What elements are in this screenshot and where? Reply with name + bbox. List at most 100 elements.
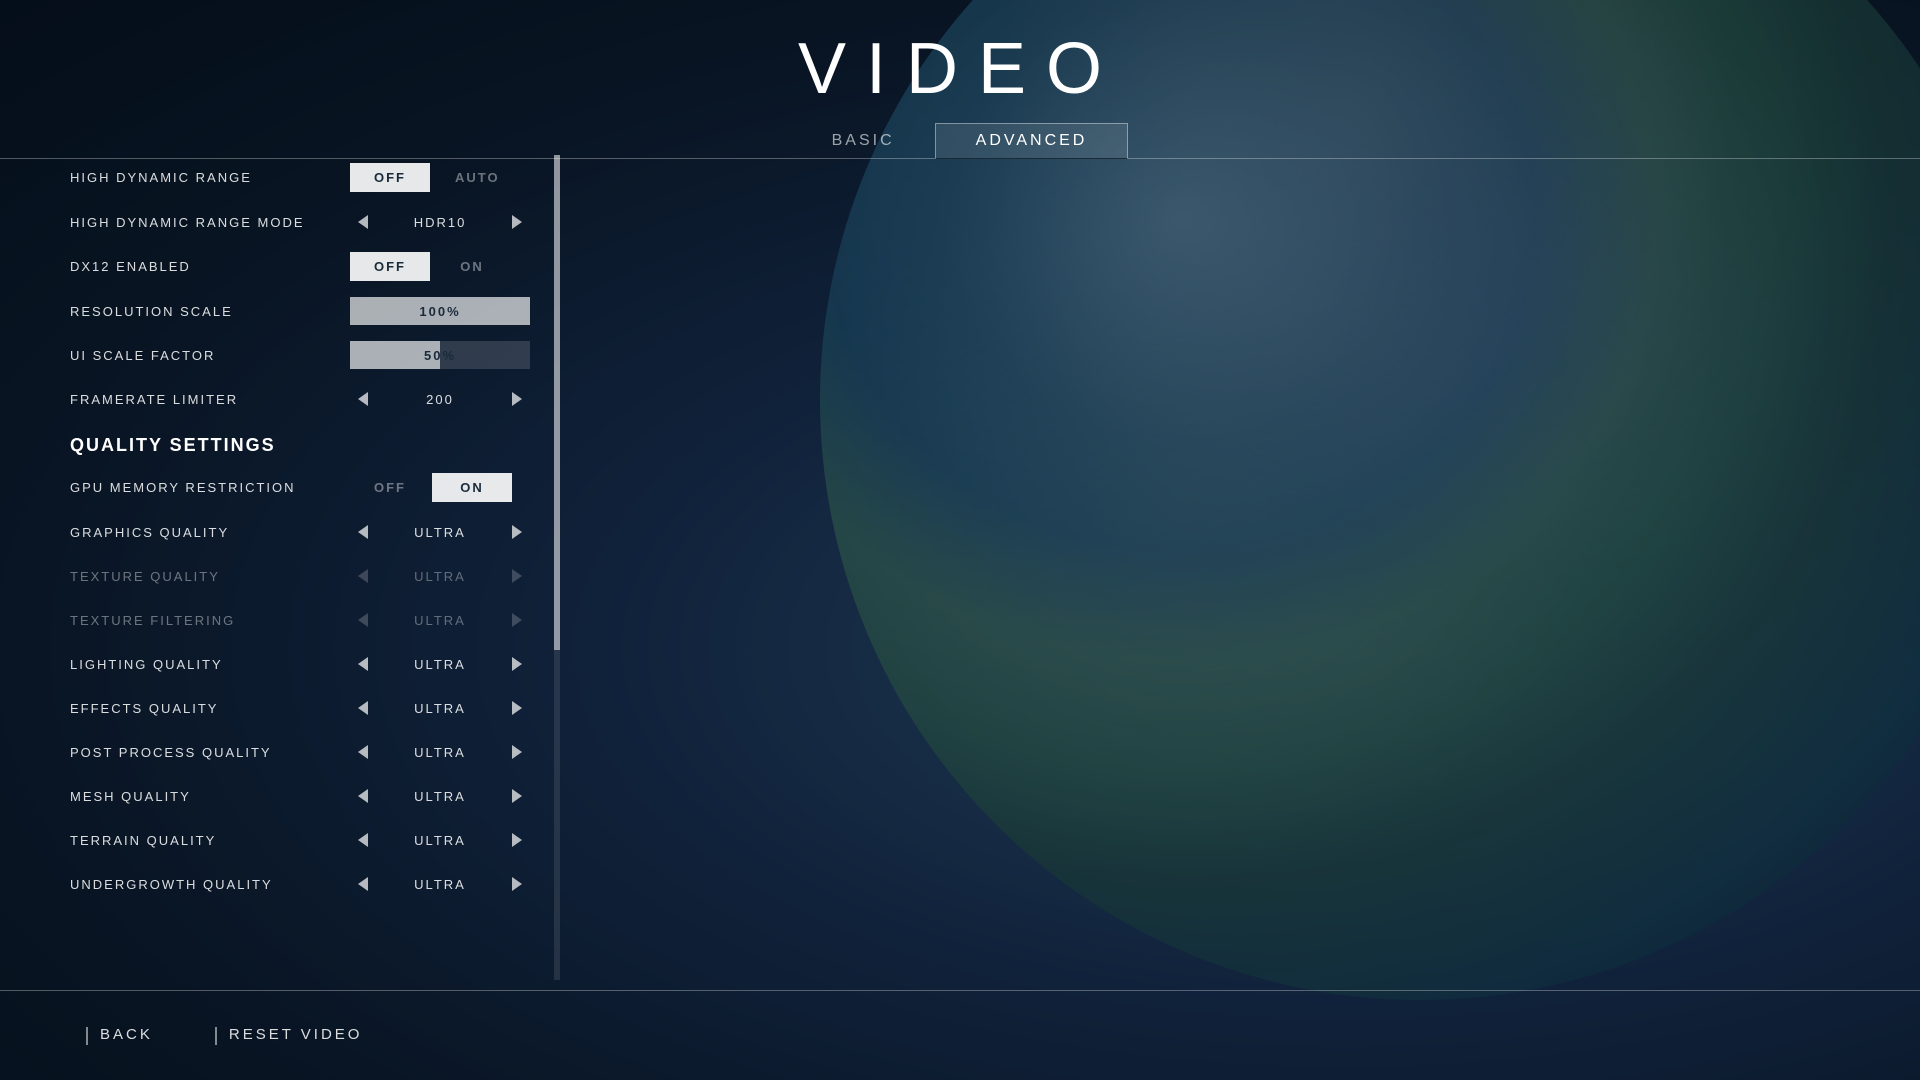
arrow-left-undergrowth[interactable] [350,873,376,895]
label-dx12: DX12 ENABLED [70,259,350,274]
selector-undergrowth-quality: ULTRA [350,873,530,895]
arrow-left-texture-filtering[interactable] [350,609,376,631]
label-hdr-mode: HIGH DYNAMIC RANGE MODE [70,215,350,230]
setting-row-lighting-quality: LIGHTING QUALITY ULTRA [70,642,560,686]
toggle-gpu-off[interactable]: OFF [350,473,430,502]
selector-effects-quality: ULTRA [350,697,530,719]
value-hdr-mode: HDR10 [376,215,504,230]
toggle-group-gpu: OFF ON [350,473,512,502]
label-resolution-scale: RESOLUTION SCALE [70,304,350,319]
arrow-left-post-process[interactable] [350,741,376,763]
control-dx12: OFF ON [350,252,560,281]
scroll-track [554,155,560,980]
arrow-right-framerate[interactable] [504,388,530,410]
arrow-right-effects[interactable] [504,697,530,719]
arrow-left-framerate[interactable] [350,388,376,410]
settings-scroll: HIGH DYNAMIC RANGE OFF AUTO HIGH DYNAMIC… [70,155,560,960]
selector-post-process: ULTRA [350,741,530,763]
arrow-right-lighting[interactable] [504,653,530,675]
arrow-left-terrain[interactable] [350,829,376,851]
slider-ui-scale[interactable]: 50% [350,341,530,369]
value-texture-filtering: ULTRA [376,613,504,628]
slider-value-resolution: 100% [350,304,530,319]
label-texture-filtering: TEXTURE FILTERING [70,613,350,628]
control-lighting-quality: ULTRA [350,653,560,675]
value-texture-quality: ULTRA [376,569,504,584]
setting-row-effects-quality: EFFECTS QUALITY ULTRA [70,686,560,730]
control-resolution-scale: 100% [350,297,560,325]
setting-row-high-dynamic-range: HIGH DYNAMIC RANGE OFF AUTO [70,155,560,200]
reset-video-button[interactable]: RESET VIDEO [199,1018,379,1052]
header: VIDEO [0,0,1920,110]
setting-row-mesh-quality: MESH QUALITY ULTRA [70,774,560,818]
settings-panel: HIGH DYNAMIC RANGE OFF AUTO HIGH DYNAMIC… [70,155,560,980]
setting-row-resolution-scale: RESOLUTION SCALE 100% [70,289,560,333]
arrow-left-effects[interactable] [350,697,376,719]
value-framerate: 200 [376,392,504,407]
slider-value-ui: 50% [350,348,530,363]
arrow-right-graphics[interactable] [504,521,530,543]
arrow-left-mesh[interactable] [350,785,376,807]
setting-row-graphics-quality: GRAPHICS QUALITY ULTRA [70,510,560,554]
control-terrain-quality: ULTRA [350,829,560,851]
arrow-right-post-process[interactable] [504,741,530,763]
control-gpu-memory: OFF ON [350,473,560,502]
toggle-group-dx12: OFF ON [350,252,512,281]
label-texture-quality: TEXTURE QUALITY [70,569,350,584]
selector-lighting-quality: ULTRA [350,653,530,675]
control-graphics-quality: ULTRA [350,521,560,543]
setting-row-texture-filtering: TEXTURE FILTERING ULTRA [70,598,560,642]
arrow-right-mesh[interactable] [504,785,530,807]
control-texture-filtering: ULTRA [350,609,560,631]
control-ui-scale: 50% [350,341,560,369]
selector-framerate: 200 [350,388,530,410]
toggle-dx12-on[interactable]: ON [432,252,512,281]
toggle-hdr-off[interactable]: OFF [350,163,430,192]
label-terrain-quality: TERRAIN QUALITY [70,833,350,848]
scroll-thumb[interactable] [554,155,560,650]
selector-hdr-mode: HDR10 [350,211,530,233]
toggle-gpu-on[interactable]: ON [432,473,512,502]
control-high-dynamic-range: OFF AUTO [350,163,560,192]
slider-resolution-scale[interactable]: 100% [350,297,530,325]
arrow-right-hdr-mode[interactable] [504,211,530,233]
selector-mesh-quality: ULTRA [350,785,530,807]
label-graphics-quality: GRAPHICS QUALITY [70,525,350,540]
label-ui-scale: UI SCALE FACTOR [70,348,350,363]
arrow-left-lighting[interactable] [350,653,376,675]
setting-row-terrain-quality: TERRAIN QUALITY ULTRA [70,818,560,862]
control-post-process: ULTRA [350,741,560,763]
value-terrain-quality: ULTRA [376,833,504,848]
arrow-right-undergrowth[interactable] [504,873,530,895]
slider-bar-resolution: 100% [350,297,530,325]
arrow-left-texture-quality[interactable] [350,565,376,587]
control-hdr-mode: HDR10 [350,211,560,233]
control-mesh-quality: ULTRA [350,785,560,807]
value-effects-quality: ULTRA [376,701,504,716]
label-mesh-quality: MESH QUALITY [70,789,350,804]
value-undergrowth-quality: ULTRA [376,877,504,892]
arrow-right-texture-filtering[interactable] [504,609,530,631]
label-undergrowth-quality: UNDERGROWTH QUALITY [70,877,350,892]
control-texture-quality: ULTRA [350,565,560,587]
setting-row-gpu-memory: GPU MEMORY RESTRICTION OFF ON [70,465,560,510]
section-quality-settings: QUALITY SETTINGS [70,421,560,465]
toggle-hdr-auto[interactable]: AUTO [432,163,523,192]
arrow-left-hdr-mode[interactable] [350,211,376,233]
value-graphics-quality: ULTRA [376,525,504,540]
back-button[interactable]: BACK [70,1018,169,1052]
tab-advanced[interactable]: ADVANCED [935,123,1129,159]
label-post-process: POST PROCESS QUALITY [70,745,350,760]
setting-row-ui-scale: UI SCALE FACTOR 50% [70,333,560,377]
setting-row-undergrowth-quality: UNDERGROWTH QUALITY ULTRA [70,862,560,906]
arrow-right-terrain[interactable] [504,829,530,851]
tab-basic[interactable]: BASIC [792,123,935,159]
control-effects-quality: ULTRA [350,697,560,719]
setting-row-texture-quality: TEXTURE QUALITY ULTRA [70,554,560,598]
control-framerate: 200 [350,388,560,410]
page-title: VIDEO [0,28,1920,110]
selector-graphics-quality: ULTRA [350,521,530,543]
arrow-left-graphics[interactable] [350,521,376,543]
arrow-right-texture-quality[interactable] [504,565,530,587]
toggle-dx12-off[interactable]: OFF [350,252,430,281]
